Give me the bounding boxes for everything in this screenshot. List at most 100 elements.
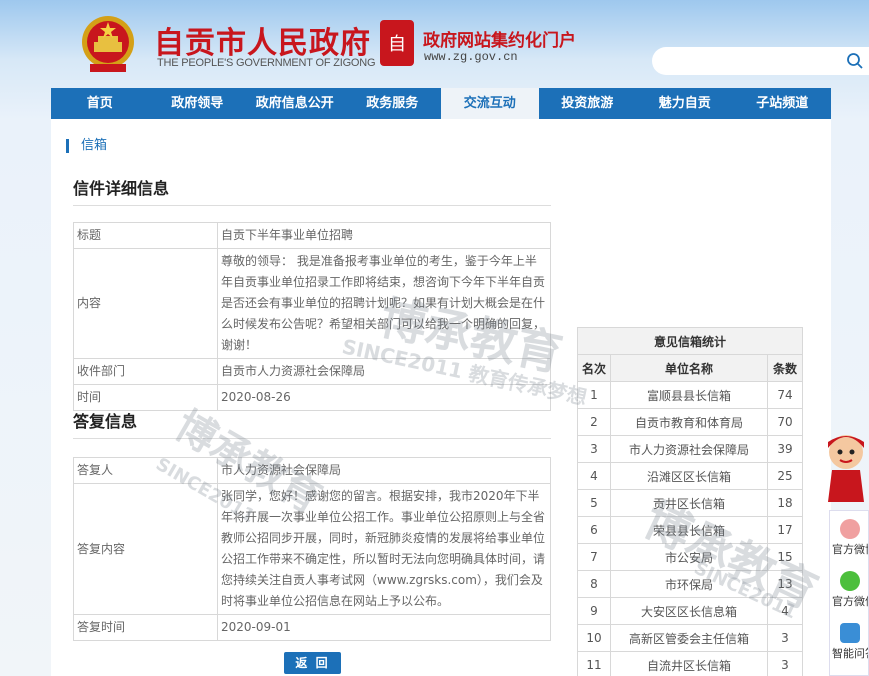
nav-item-subsites[interactable]: 子站频道	[734, 88, 832, 119]
stats-rank: 9	[577, 597, 611, 625]
reply-table: 答复人 市人力资源社会保障局 答复内容 张同学，您好！感谢您的留言。根据安排，我…	[73, 457, 551, 641]
stats-count: 13	[767, 570, 803, 598]
back-button[interactable]: 返 回	[284, 652, 341, 674]
nav-item-interaction[interactable]: 交流互动	[441, 88, 539, 119]
letter-table: 标题 自贡下半年事业单位招聘 内容 尊敬的领导： 我是准备报考事业单位的考生，鉴…	[73, 222, 551, 411]
stats-row: 2 自贡市教育和体育局 70	[577, 408, 803, 436]
portal-url: www.zg.gov.cn	[424, 50, 518, 64]
float-item-wechat[interactable]: 官方微信	[830, 563, 868, 615]
stats-count: 3	[767, 651, 803, 676]
nav-item-leaders[interactable]: 政府领导	[149, 88, 247, 119]
header: 自贡市人民政府 THE PEOPLE'S GOVERNMENT OF ZIGON…	[0, 0, 869, 88]
nav-item-home[interactable]: 首页	[51, 88, 149, 119]
national-emblem-icon	[82, 16, 134, 72]
row-key: 时间	[73, 384, 218, 411]
mailbox-stats-table: 意见信箱统计 名次 单位名称 条数 1 富顺县县长信箱 74 2 自贡市教育和体育局 70…	[577, 327, 803, 676]
float-item-qa[interactable]: 智能问答	[830, 615, 868, 667]
nav-item-charm[interactable]: 魅力自贡	[636, 88, 734, 119]
main-nav: 首页 政府领导 政府信息公开 政务服务 交流互动 投资旅游 魅力自贡 子站频道	[51, 88, 831, 119]
stats-count: 25	[767, 462, 803, 490]
stats-row: 10 高新区管委会主任信箱 3	[577, 624, 803, 652]
row-value: 2020-08-26	[217, 384, 551, 411]
nav-item-investment[interactable]: 投资旅游	[539, 88, 637, 119]
stats-rank: 5	[577, 489, 611, 517]
stats-unit[interactable]: 沿滩区区长信箱	[610, 462, 768, 490]
row-key: 收件部门	[73, 358, 218, 385]
stats-row: 3 市人力资源社会保障局 39	[577, 435, 803, 463]
stats-row: 5 贡井区长信箱 18	[577, 489, 803, 517]
row-value: 张同学，您好！感谢您的留言。根据安排，我市2020年下半年将开展一次事业单位公招…	[217, 483, 551, 615]
stats-rank: 11	[577, 651, 611, 676]
letter-section-title: 信件详细信息	[73, 175, 551, 206]
table-row: 标题 自贡下半年事业单位招聘	[73, 222, 551, 249]
stats-title: 意见信箱统计	[577, 327, 803, 355]
site-title: 自贡市人民政府	[154, 26, 371, 61]
stats-unit[interactable]: 市环保局	[610, 570, 768, 598]
row-value: 自贡下半年事业单位招聘	[217, 222, 551, 249]
stats-count: 18	[767, 489, 803, 517]
nav-item-info-disclosure[interactable]: 政府信息公开	[246, 88, 344, 119]
stats-rank: 10	[577, 624, 611, 652]
stats-unit[interactable]: 荣县县长信箱	[610, 516, 768, 544]
stats-unit[interactable]: 市公安局	[610, 543, 768, 571]
stats-row: 8 市环保局 13	[577, 570, 803, 598]
table-row: 内容 尊敬的领导： 我是准备报考事业单位的考生，鉴于今年上半年自贡事业单位招录工…	[73, 248, 551, 359]
row-key: 内容	[73, 248, 218, 359]
breadcrumb[interactable]: 信箱	[66, 139, 107, 153]
float-item-weibo[interactable]: 官方微博	[830, 511, 868, 563]
stats-row: 6 荣县县长信箱 17	[577, 516, 803, 544]
robot-icon	[840, 623, 860, 643]
stats-unit[interactable]: 市人力资源社会保障局	[610, 435, 768, 463]
search-input[interactable]	[652, 47, 869, 75]
weibo-icon	[840, 519, 860, 539]
portal-logo: 自	[380, 20, 414, 66]
stats-rank: 1	[577, 381, 611, 409]
stats-rank: 4	[577, 462, 611, 490]
stats-count: 17	[767, 516, 803, 544]
stats-unit[interactable]: 自流井区长信箱	[610, 651, 768, 676]
stats-unit[interactable]: 富顺县县长信箱	[610, 381, 768, 409]
reply-section-title: 答复信息	[73, 408, 551, 439]
stats-count: 70	[767, 408, 803, 436]
search-icon[interactable]	[846, 52, 864, 70]
row-key: 答复内容	[73, 483, 218, 615]
stats-count: 39	[767, 435, 803, 463]
stats-count: 15	[767, 543, 803, 571]
nav-item-services[interactable]: 政务服务	[344, 88, 442, 119]
col-header-count: 条数	[767, 354, 803, 382]
col-header-unit: 单位名称	[610, 354, 768, 382]
wechat-icon	[840, 571, 860, 591]
stats-rank: 7	[577, 543, 611, 571]
stats-count: 4	[767, 597, 803, 625]
stats-rank: 3	[577, 435, 611, 463]
table-row: 答复内容 张同学，您好！感谢您的留言。根据安排，我市2020年下半年将开展一次事…	[73, 483, 551, 615]
stats-rank: 8	[577, 570, 611, 598]
stats-row: 1 富顺县县长信箱 74	[577, 381, 803, 409]
float-label: 官方微信	[832, 595, 868, 608]
table-row: 收件部门 自贡市人力资源社会保障局	[73, 358, 551, 385]
stats-unit[interactable]: 自贡市教育和体育局	[610, 408, 768, 436]
stats-row: 4 沿滩区区长信箱 25	[577, 462, 803, 490]
floating-social-panel: 官方微博 官方微信 智能问答	[829, 510, 869, 676]
row-key: 答复时间	[73, 614, 218, 641]
row-key: 答复人	[73, 457, 218, 484]
table-row: 答复时间 2020-09-01	[73, 614, 551, 641]
mascot-icon[interactable]	[822, 432, 869, 504]
portal-title: 政府网站集约化门户	[423, 31, 576, 51]
stats-unit[interactable]: 高新区管委会主任信箱	[610, 624, 768, 652]
stats-count: 3	[767, 624, 803, 652]
row-value: 市人力资源社会保障局	[217, 457, 551, 484]
stats-count: 74	[767, 381, 803, 409]
row-value: 2020-09-01	[217, 614, 551, 641]
float-label: 官方微博	[832, 543, 868, 556]
stats-rank: 6	[577, 516, 611, 544]
float-label: 智能问答	[832, 647, 868, 660]
stats-unit[interactable]: 大安区区长信息箱	[610, 597, 768, 625]
stats-row: 7 市公安局 15	[577, 543, 803, 571]
stats-unit[interactable]: 贡井区长信箱	[610, 489, 768, 517]
table-row: 时间 2020-08-26	[73, 384, 551, 411]
stats-row: 9 大安区区长信息箱 4	[577, 597, 803, 625]
stats-rank: 2	[577, 408, 611, 436]
row-value: 尊敬的领导： 我是准备报考事业单位的考生，鉴于今年上半年自贡事业单位招录工作即将…	[217, 248, 551, 359]
site-subtitle: THE PEOPLE'S GOVERNMENT OF ZIGONG	[157, 57, 376, 69]
